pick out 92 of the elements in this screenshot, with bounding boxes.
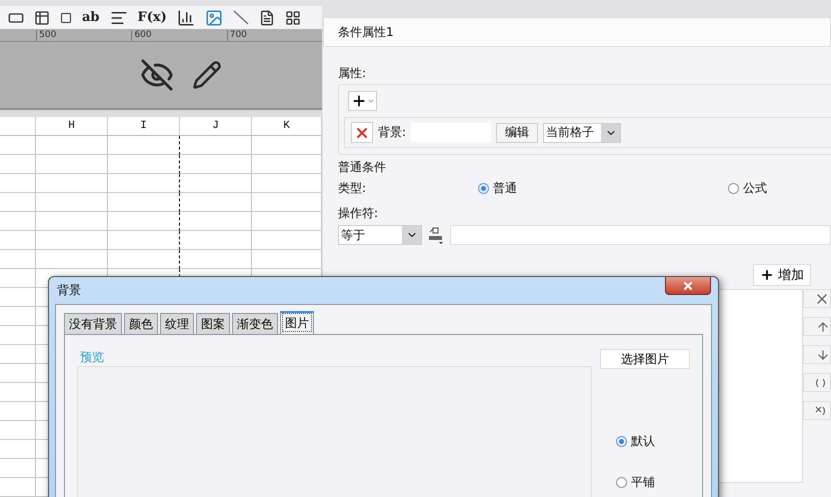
table-cell (180, 231, 252, 250)
type-label: 类型: (338, 180, 368, 196)
text-tool[interactable]: ab (82, 10, 100, 26)
table-cell (0, 174, 36, 193)
caret-icon (366, 97, 374, 105)
bar-chart-icon[interactable] (176, 8, 195, 27)
table-cell (36, 212, 108, 231)
column-header[interactable]: H (36, 117, 108, 136)
table-cell (180, 212, 252, 231)
table-cell (252, 136, 322, 155)
column-header[interactable]: K (252, 117, 322, 136)
table-cell (0, 193, 36, 212)
table-cell (36, 250, 108, 269)
ruler-label: 700 (226, 30, 322, 41)
table-cell (0, 155, 36, 174)
option-label: 默认 (631, 433, 655, 450)
border-icon[interactable] (284, 10, 301, 26)
formula-tool[interactable]: F(x) (138, 10, 167, 26)
table-cell (0, 231, 36, 250)
move-down-button[interactable] (803, 345, 831, 364)
panel-title: 条件属性1 (323, 17, 831, 47)
table-cell (108, 174, 180, 193)
slash-line-icon[interactable] (232, 10, 249, 26)
table-cell (108, 136, 180, 155)
dialog-tab[interactable]: 图案 (196, 313, 230, 334)
table-cell (252, 212, 322, 231)
remove-parentheses-button[interactable] (803, 401, 831, 420)
table-cell (108, 155, 180, 174)
table-cell (180, 174, 252, 193)
operator-label: 操作符: (338, 204, 378, 222)
scope-dropdown[interactable]: 当前格子 (543, 122, 622, 142)
image-icon[interactable] (204, 8, 223, 27)
close-icon (682, 280, 694, 292)
spell-check-icon[interactable] (427, 226, 445, 244)
dialog-tab[interactable]: 没有背景 (64, 313, 122, 334)
operator-dropdown[interactable]: 等于 (338, 225, 422, 245)
option-label: 普通 (493, 180, 517, 196)
dialog-tab[interactable]: 图片 (280, 311, 314, 334)
plus-icon (350, 93, 366, 109)
column-header[interactable]: J (180, 117, 252, 136)
table-cell (36, 231, 108, 250)
table-cell (180, 155, 252, 174)
document-icon[interactable] (258, 10, 275, 26)
table-cell (0, 212, 36, 231)
option-label: 平铺 (631, 474, 655, 491)
dialog-tab[interactable]: 颜色 (124, 313, 158, 334)
dialog-title: 背景 (57, 282, 81, 299)
delete-button[interactable] (351, 122, 373, 143)
add-property-button[interactable] (348, 91, 377, 111)
edit-button[interactable]: 编辑 (496, 122, 538, 142)
hidden-eye-icon[interactable] (140, 58, 174, 92)
table-cell (0, 136, 36, 155)
table-cell (36, 155, 108, 174)
dialog-tab[interactable]: 渐变色 (232, 313, 278, 334)
table-cell (108, 231, 180, 250)
radio-button[interactable] (478, 182, 489, 194)
move-up-button[interactable] (803, 317, 831, 336)
property-label: 背景: (378, 124, 406, 141)
ruler-label: 500 (36, 30, 132, 41)
section-label: 普通条件 (338, 159, 387, 176)
operand-field[interactable] (450, 225, 831, 245)
table-cell (0, 250, 36, 269)
parentheses-button[interactable] (803, 373, 831, 392)
close-button[interactable] (665, 277, 711, 295)
table-cell (252, 155, 322, 174)
table-cell (108, 193, 180, 212)
preview-label: 预览 (80, 349, 105, 366)
field-icon[interactable] (60, 12, 72, 24)
table-cell (36, 174, 108, 193)
radio-button[interactable] (616, 477, 627, 488)
table-icon[interactable] (34, 10, 50, 26)
table-cell (252, 193, 322, 212)
radio-button[interactable] (728, 182, 739, 194)
table-cell (36, 193, 108, 212)
table-cell (252, 231, 322, 250)
table-cell (36, 136, 108, 155)
table-cell (252, 174, 322, 193)
radio-button[interactable] (616, 436, 627, 447)
choose-image-button[interactable]: 选择图片 (600, 349, 690, 369)
option-label: 公式 (743, 180, 767, 196)
add-button[interactable]: 增加 (753, 264, 811, 286)
plus-icon (760, 268, 774, 282)
table-cell (180, 193, 252, 212)
section-label: 属性: (338, 65, 368, 82)
table-cell (108, 212, 180, 231)
pencil-icon[interactable] (192, 60, 222, 90)
dialog-tab[interactable]: 纹理 (160, 313, 194, 334)
table-cell (180, 136, 252, 155)
delete-button[interactable] (803, 289, 831, 308)
table-cell (0, 269, 36, 288)
column-header[interactable]: I (108, 117, 180, 136)
ruler-label: 600 (131, 30, 227, 41)
